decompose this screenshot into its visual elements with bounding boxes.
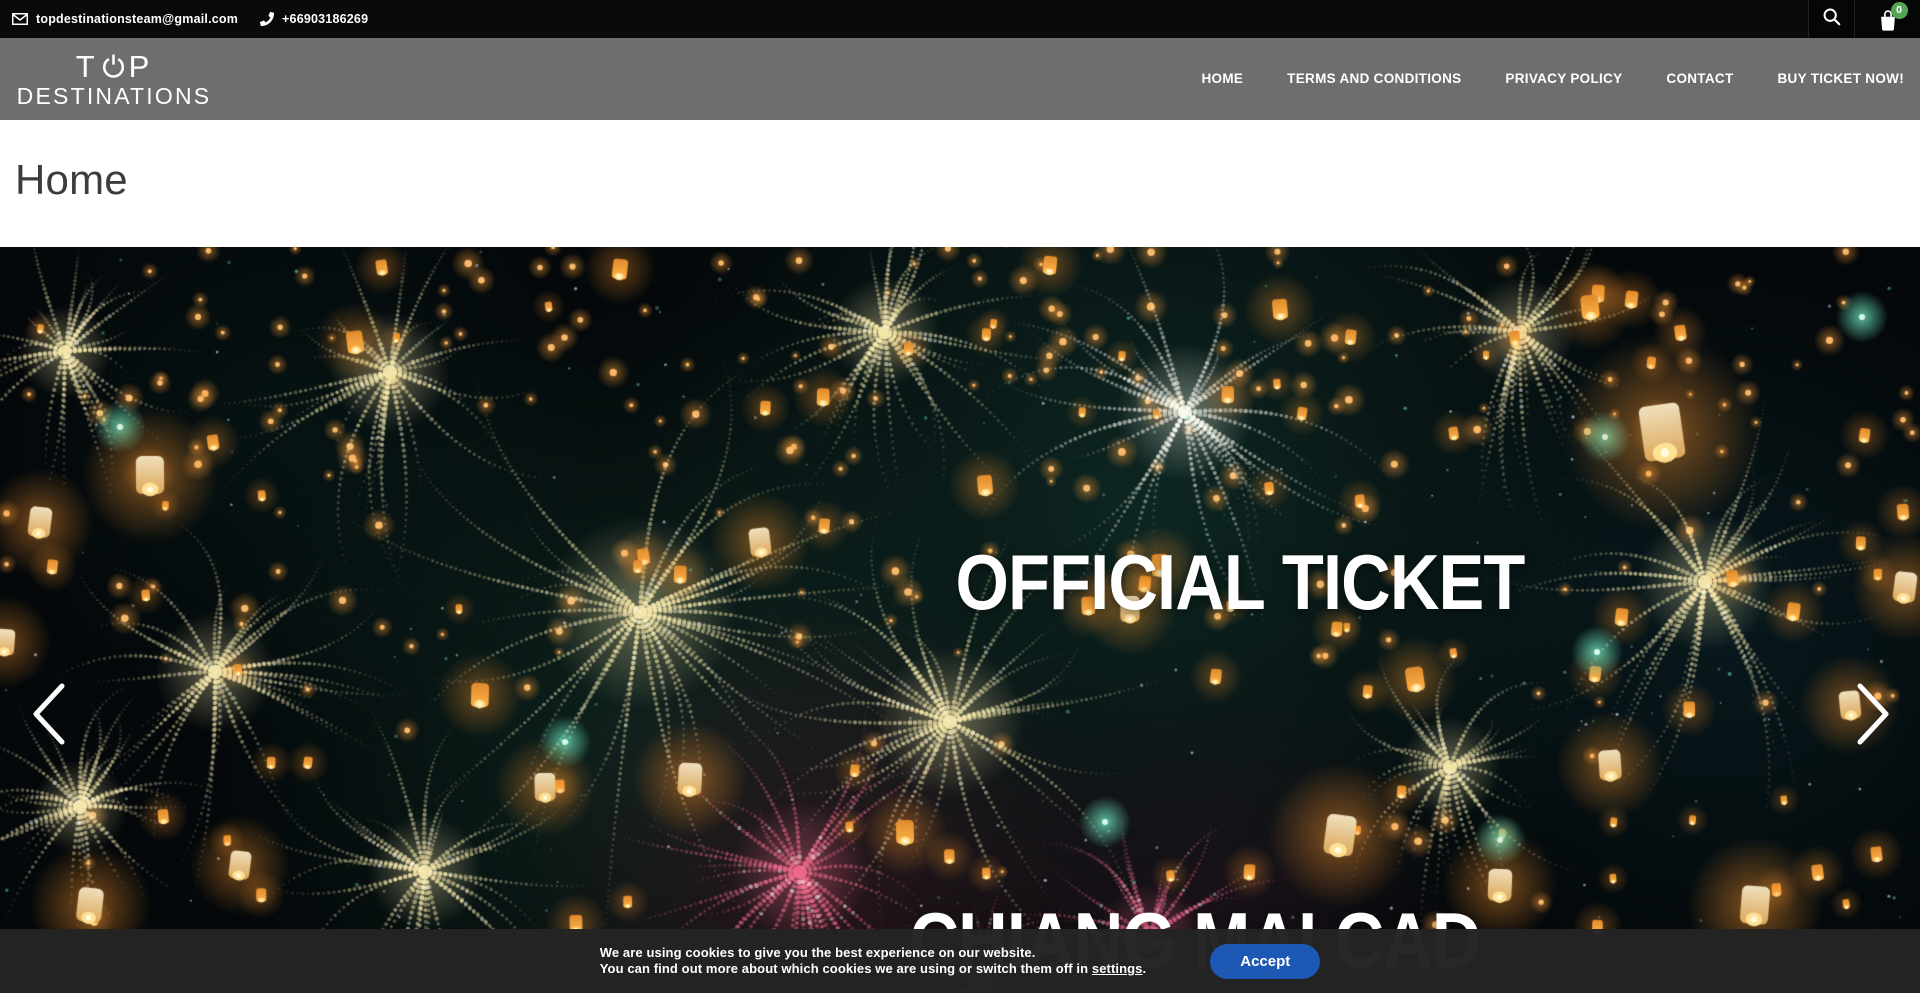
power-icon [100,51,127,80]
hero-carousel: OFFICIAL TICKET CHIANG MAI CAD [0,247,1920,993]
nav-item-home[interactable]: HOME [1201,71,1243,86]
cookie-consent-bar: We are using cookies to give you the bes… [0,929,1920,993]
logo-letter-t: T [76,51,98,82]
page-title: Home [0,120,1920,204]
carousel-prev-button[interactable] [20,679,76,751]
carousel-next-button[interactable] [1846,679,1902,751]
main-menu: HOME TERMS AND CONDITIONS PRIVACY POLICY… [1201,70,1920,88]
email-link[interactable]: topdestinationsteam@gmail.com [12,12,238,26]
site-logo[interactable]: T P DESTINATIONS [16,51,212,108]
cart-button[interactable]: 0 [1854,0,1920,38]
hero-caption-main: OFFICIAL TICKET [956,543,1525,621]
logo-bottom-line: DESTINATIONS [16,85,212,108]
topbar-contacts: topdestinationsteam@gmail.com +669031862… [0,0,368,38]
cookie-message: We are using cookies to give you the bes… [600,945,1147,977]
logo-letter-p: P [129,51,153,82]
logo-top-line: T P [16,51,212,82]
page-header: Home [0,120,1920,247]
chevron-right-icon [1854,682,1894,749]
cookie-line2: You can find out more about which cookie… [600,961,1147,977]
search-icon [1822,7,1842,32]
cookie-settings-link[interactable]: settings [1092,961,1143,976]
shopping-bag-icon: 0 [1876,6,1900,32]
phone-text: +66903186269 [282,12,368,26]
nav-item-privacy[interactable]: PRIVACY POLICY [1505,71,1622,86]
nav-item-terms[interactable]: TERMS AND CONDITIONS [1287,71,1461,86]
cart-count-badge: 0 [1891,2,1908,19]
topbar-actions: 0 [1808,0,1920,38]
phone-link[interactable]: +66903186269 [260,12,368,26]
topbar: topdestinationsteam@gmail.com +669031862… [0,0,1920,38]
nav-item-buy-ticket[interactable]: BUY TICKET NOW! [1778,71,1905,86]
main-navbar: T P DESTINATIONS HOME TERMS AND CONDITIO… [0,38,1920,120]
search-button[interactable] [1808,0,1854,38]
chevron-left-icon [28,682,68,749]
cookie-line1: We are using cookies to give you the bes… [600,945,1147,961]
cookie-accept-button[interactable]: Accept [1210,944,1320,979]
envelope-icon [12,13,28,25]
email-text: topdestinationsteam@gmail.com [36,12,238,26]
nav-item-contact[interactable]: CONTACT [1666,71,1733,86]
phone-icon [260,12,274,26]
